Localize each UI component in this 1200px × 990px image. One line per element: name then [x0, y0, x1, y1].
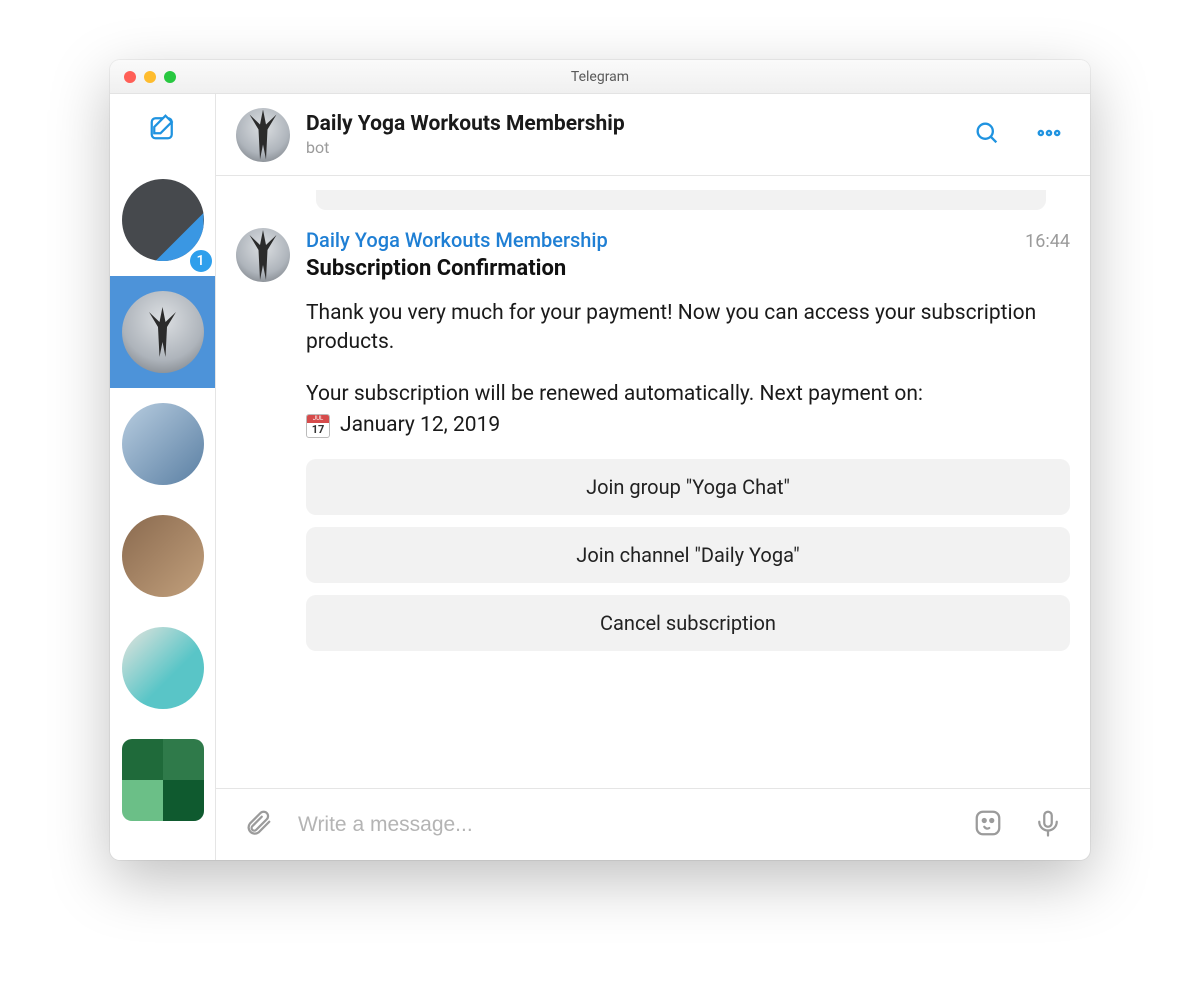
chat-title: Daily Yoga Workouts Membership	[306, 112, 948, 136]
avatar	[122, 739, 204, 821]
message-text: Thank you very much for your payment! No…	[306, 299, 1070, 441]
chat-list-item[interactable]	[110, 500, 216, 612]
composer	[216, 788, 1090, 860]
avatar	[122, 179, 204, 261]
inline-keyboard: Join group "Yoga Chat" Join channel "Dai…	[306, 459, 1070, 651]
chat-list-item-active[interactable]	[110, 276, 216, 388]
message-input[interactable]	[298, 805, 948, 845]
sticker-button[interactable]	[968, 805, 1008, 845]
app-body: 1 Daily Yoga Workouts Membership	[110, 94, 1090, 860]
avatar	[122, 627, 204, 709]
chat-subtitle: bot	[306, 138, 948, 157]
compose-icon[interactable]	[148, 112, 178, 146]
titlebar: Telegram	[110, 60, 1090, 94]
chat-header-texts[interactable]: Daily Yoga Workouts Membership bot	[306, 112, 948, 157]
message-sender[interactable]: Daily Yoga Workouts Membership	[306, 228, 608, 252]
message: Daily Yoga Workouts Membership 16:44 Sub…	[236, 228, 1070, 663]
close-window-button[interactable]	[124, 71, 136, 83]
message-time: 16:44	[1025, 231, 1070, 252]
chat-header-avatar[interactable]	[236, 108, 290, 162]
window-controls	[110, 71, 176, 83]
sidebar: 1	[110, 94, 216, 860]
message-paragraph: Your subscription will be renewed automa…	[306, 380, 1070, 409]
chat-list-item[interactable]	[110, 388, 216, 500]
inline-button-join-group[interactable]: Join group "Yoga Chat"	[306, 459, 1070, 515]
message-paragraph: Thank you very much for your payment! No…	[306, 299, 1070, 358]
message-title: Subscription Confirmation	[306, 256, 1070, 281]
search-button[interactable]	[964, 112, 1010, 158]
app-window: Telegram 1	[110, 60, 1090, 860]
inline-button-truncated[interactable]	[316, 190, 1046, 210]
search-icon	[973, 119, 1001, 151]
attach-button[interactable]	[238, 805, 278, 845]
chat-list-item[interactable]	[110, 724, 216, 836]
unread-badge: 1	[188, 248, 214, 274]
inline-button-cancel-subscription[interactable]: Cancel subscription	[306, 595, 1070, 651]
chat-list-item[interactable]	[110, 612, 216, 724]
sticker-icon	[973, 808, 1003, 842]
paperclip-icon	[243, 808, 273, 842]
message-date: January 12, 2019	[340, 411, 500, 440]
calendar-icon: JUL 17	[306, 414, 330, 438]
message-avatar[interactable]	[236, 228, 290, 282]
inline-button-join-channel[interactable]: Join channel "Daily Yoga"	[306, 527, 1070, 583]
more-button[interactable]	[1026, 112, 1072, 158]
main-panel: Daily Yoga Workouts Membership bot	[216, 94, 1090, 860]
avatar	[122, 403, 204, 485]
avatar	[122, 515, 204, 597]
microphone-icon	[1033, 808, 1063, 842]
avatar	[122, 291, 204, 373]
more-icon	[1035, 119, 1063, 151]
voice-button[interactable]	[1028, 805, 1068, 845]
maximize-window-button[interactable]	[164, 71, 176, 83]
chat-list-item[interactable]: 1	[110, 164, 216, 276]
chat-scroll[interactable]: Daily Yoga Workouts Membership 16:44 Sub…	[216, 176, 1090, 788]
minimize-window-button[interactable]	[144, 71, 156, 83]
window-title: Telegram	[110, 69, 1090, 85]
previous-message-buttons	[316, 190, 1046, 210]
chat-header: Daily Yoga Workouts Membership bot	[216, 94, 1090, 176]
